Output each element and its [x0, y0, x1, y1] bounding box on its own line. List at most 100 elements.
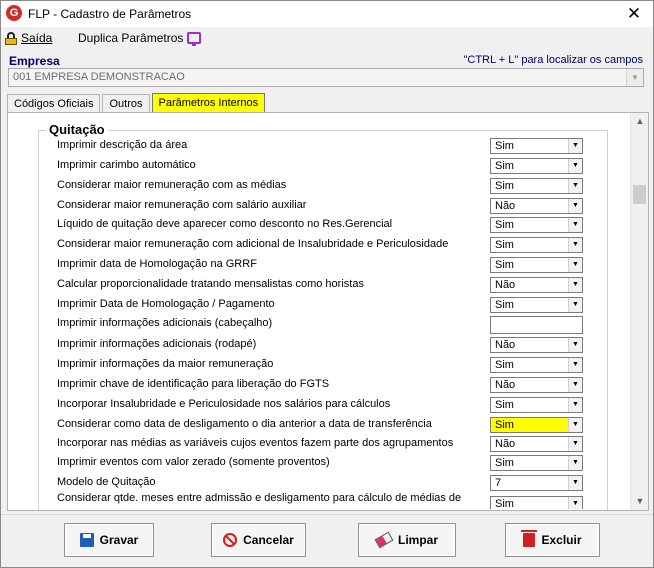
eraser-icon	[374, 531, 394, 549]
param-value: Sim	[495, 259, 514, 271]
param-select[interactable]: Não ▼	[490, 377, 583, 393]
param-row: Calcular proporcionalidade tratando mens…	[57, 277, 587, 295]
duplicate-params-button[interactable]: Duplica Parâmetros	[78, 30, 202, 46]
param-row: Incorporar nas médias as variáveis cujos…	[57, 436, 587, 454]
param-label: Considerar qtde. meses entre admissão e …	[57, 492, 462, 504]
exit-button[interactable]: Saída	[5, 30, 52, 46]
chevron-down-icon[interactable]: ▼	[568, 298, 582, 312]
param-row: Líquido de quitação deve aparecer como d…	[57, 217, 587, 235]
chevron-down-icon[interactable]: ▼	[568, 238, 582, 252]
param-value: Não	[495, 379, 516, 391]
clear-button[interactable]: Limpar	[358, 523, 456, 557]
param-select[interactable]: Sim ▼	[490, 417, 583, 433]
title-bar: G FLP - Cadastro de Parâmetros ✕	[1, 1, 653, 27]
chevron-down-icon[interactable]: ▼	[568, 199, 582, 213]
param-select[interactable]: Sim ▼	[490, 237, 583, 253]
param-select[interactable]: Sim ▼	[490, 158, 583, 174]
chevron-down-icon[interactable]: ▼	[568, 139, 582, 153]
param-row: Imprimir informações adicionais (cabeçal…	[57, 316, 587, 334]
tab-parametros-internos[interactable]: Parâmetros Internos	[151, 93, 266, 112]
tab-codigos-oficiais[interactable]: Códigos Oficiais	[7, 94, 101, 113]
param-select[interactable]: Não ▼	[490, 277, 583, 293]
param-label: Calcular proporcionalidade tratando mens…	[57, 278, 364, 290]
param-value: Sim	[495, 239, 514, 251]
tab-panel: Quitação Imprimir descrição da área Sim ▼ …	[7, 112, 649, 511]
chevron-down-icon[interactable]: ▼	[568, 278, 582, 292]
param-row: Imprimir eventos com valor zerado (somen…	[57, 455, 587, 473]
param-select[interactable]: Sim ▼	[490, 455, 583, 471]
param-label: Imprimir eventos com valor zerado (somen…	[57, 456, 330, 468]
param-select[interactable]: Sim ▼	[490, 217, 583, 233]
param-value: Sim	[495, 160, 514, 172]
param-select[interactable]: Sim ▼	[490, 397, 583, 413]
param-row: Imprimir informações adicionais (rodapé)…	[57, 337, 587, 355]
param-select[interactable]: Não ▼	[490, 337, 583, 353]
param-select[interactable]: Sim ▼	[490, 178, 583, 194]
param-select[interactable]: Sim ▼	[490, 257, 583, 273]
footer-divider	[1, 514, 653, 515]
param-row: Imprimir descrição da área Sim ▼	[57, 138, 587, 156]
param-row: Considerar qtde. meses entre admissão e …	[57, 491, 587, 509]
vertical-scrollbar[interactable]: ▲ ▼	[630, 113, 648, 510]
param-row: Considerar maior remuneração com as médi…	[57, 178, 587, 196]
param-select[interactable]: Não ▼	[490, 436, 583, 452]
chevron-down-icon[interactable]: ▼	[568, 159, 582, 173]
param-select[interactable]: Sim ▼	[490, 297, 583, 313]
scroll-down-icon[interactable]: ▼	[631, 493, 649, 510]
param-select[interactable]: Não ▼	[490, 198, 583, 214]
chevron-down-icon[interactable]: ▼	[568, 398, 582, 412]
delete-button[interactable]: Excluir	[505, 523, 600, 557]
param-value: Sim	[495, 180, 514, 192]
delete-label: Excluir	[541, 533, 582, 547]
cancel-button[interactable]: Cancelar	[211, 523, 306, 557]
save-button[interactable]: Gravar	[64, 523, 154, 557]
tab-outros[interactable]: Outros	[102, 94, 150, 113]
param-text-field[interactable]	[490, 316, 583, 334]
chevron-down-icon[interactable]: ▼	[568, 497, 582, 509]
param-label: Considerar como data de desligamento o d…	[57, 418, 432, 430]
section-title: Quitação	[46, 122, 108, 137]
param-value: Não	[495, 438, 516, 450]
param-value: Sim	[495, 359, 514, 371]
param-select[interactable]: Sim ▼	[490, 496, 583, 509]
param-label: Imprimir descrição da área	[57, 139, 188, 151]
chevron-down-icon[interactable]: ▼	[568, 437, 582, 451]
cancel-icon	[223, 533, 238, 547]
main-window: G FLP - Cadastro de Parâmetros ✕ Saída D…	[0, 0, 654, 568]
empresa-select[interactable]: 001 EMPRESA DEMONSTRACAO ▼	[8, 68, 644, 87]
param-value: Sim	[495, 498, 514, 509]
param-label: Imprimir data de Homologação na GRRF	[57, 258, 257, 270]
param-value: Sim	[495, 419, 514, 431]
param-value: Sim	[495, 399, 514, 411]
chevron-down-icon[interactable]: ▼	[568, 338, 582, 352]
empresa-label: Empresa	[9, 54, 60, 68]
chevron-down-icon[interactable]: ▼	[568, 258, 582, 272]
param-select[interactable]: 7 ▼	[490, 475, 583, 491]
param-select[interactable]: Sim ▼	[490, 138, 583, 154]
cancel-label: Cancelar	[243, 533, 294, 547]
chevron-down-icon[interactable]: ▼	[568, 418, 582, 432]
chevron-down-icon[interactable]: ▼	[568, 179, 582, 193]
param-row: Imprimir Data de Homologação / Pagamento…	[57, 297, 587, 315]
param-label: Imprimir chave de identificação para lib…	[57, 378, 330, 390]
chevron-down-icon[interactable]: ▼	[626, 69, 643, 86]
param-label: Modelo de Quitação	[57, 476, 156, 488]
scroll-up-icon[interactable]: ▲	[631, 113, 649, 130]
floppy-disk-icon	[79, 533, 94, 547]
param-row: Incorporar Insalubridade e Periculosidad…	[57, 397, 587, 415]
chevron-down-icon[interactable]: ▼	[568, 358, 582, 372]
scroll-thumb[interactable]	[633, 185, 646, 204]
chevron-down-icon[interactable]: ▼	[568, 378, 582, 392]
param-label: Incorporar Insalubridade e Periculosidad…	[57, 398, 391, 410]
clear-label: Limpar	[397, 533, 438, 547]
param-row: Considerar maior remuneração com salário…	[57, 198, 587, 216]
param-value: Não	[495, 200, 516, 212]
param-select[interactable]: Sim ▼	[490, 357, 583, 373]
duplicate-params-label: Duplica Parâmetros	[78, 31, 184, 45]
chevron-down-icon[interactable]: ▼	[568, 456, 582, 470]
close-button[interactable]: ✕	[623, 3, 645, 25]
tab-bar: Códigos Oficiais Outros Parâmetros Inter…	[7, 93, 267, 113]
chevron-down-icon[interactable]: ▼	[568, 476, 582, 490]
chevron-down-icon[interactable]: ▼	[568, 218, 582, 232]
window-title: FLP - Cadastro de Parâmetros	[28, 7, 192, 21]
